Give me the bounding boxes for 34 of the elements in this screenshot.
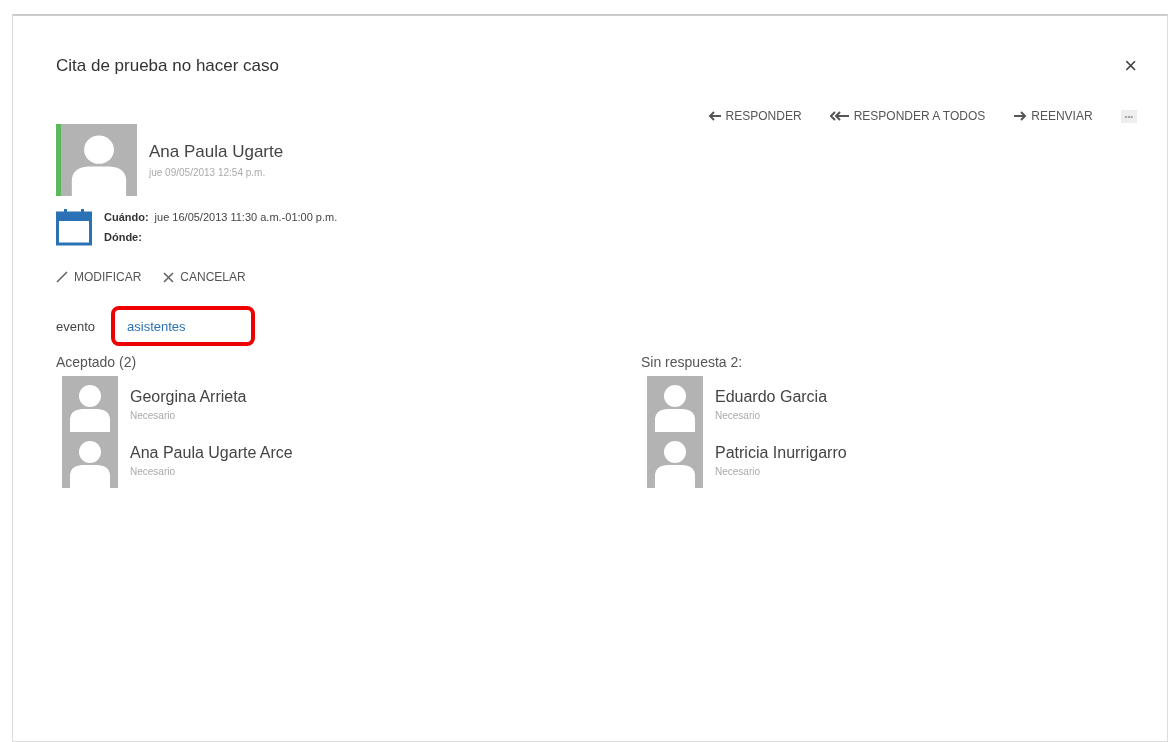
close-button[interactable]: × — [1124, 53, 1137, 79]
detail-line: Dónde: — [104, 231, 143, 243]
dialog-title: Cita de prueba no hacer caso — [56, 56, 280, 76]
arrow-right-icon — [1013, 111, 1028, 121]
edit-button[interactable]: MODIFICAR — [56, 270, 142, 284]
pencil-icon — [56, 271, 68, 283]
sender-avatar-icon — [61, 124, 137, 196]
attendee-role: Necesario — [715, 410, 762, 421]
attendee-role: Necesario — [130, 466, 177, 477]
group-title: Sin respuesta 2: — [641, 354, 744, 370]
view-tab[interactable]: evento — [56, 306, 106, 346]
attendee-name: Eduardo Garcia — [715, 388, 828, 406]
avatar-icon — [62, 376, 118, 432]
arrow-left-icon — [707, 111, 722, 121]
detail-line: Cuándo: jue 16/05/2013 11:30 a.m.-01:00 p.m. — [104, 211, 338, 223]
cancel-button[interactable]: CANCELAR — [163, 270, 246, 284]
double-arrow-left-icon — [829, 111, 850, 121]
attendee-name: Patricia Inurrigarro — [715, 444, 847, 462]
avatar-icon — [647, 432, 703, 488]
reply-button[interactable]: RESPONDER — [707, 109, 802, 123]
avatar-icon — [647, 376, 703, 432]
attendee-role: Necesario — [715, 466, 762, 477]
attendee-role: Necesario — [130, 410, 177, 421]
attendee-name: Georgina Arrieta — [130, 388, 247, 406]
close-icon — [163, 271, 175, 283]
avatar-icon — [62, 432, 118, 488]
sender-name: Ana Paula Ugarte — [149, 142, 284, 162]
forward-button[interactable]: REENVIAR — [1013, 109, 1093, 123]
group-title: Aceptado (2) — [56, 354, 138, 370]
view-tab[interactable]: asistentes — [111, 306, 256, 346]
reply-all-button[interactable]: RESPONDER A TODOS — [829, 109, 986, 123]
sent-date: jue 09/05/2013 12:54 p.m. — [149, 167, 267, 178]
calendar-icon — [56, 208, 92, 246]
attendee-name: Ana Paula Ugarte Arce — [130, 444, 293, 462]
